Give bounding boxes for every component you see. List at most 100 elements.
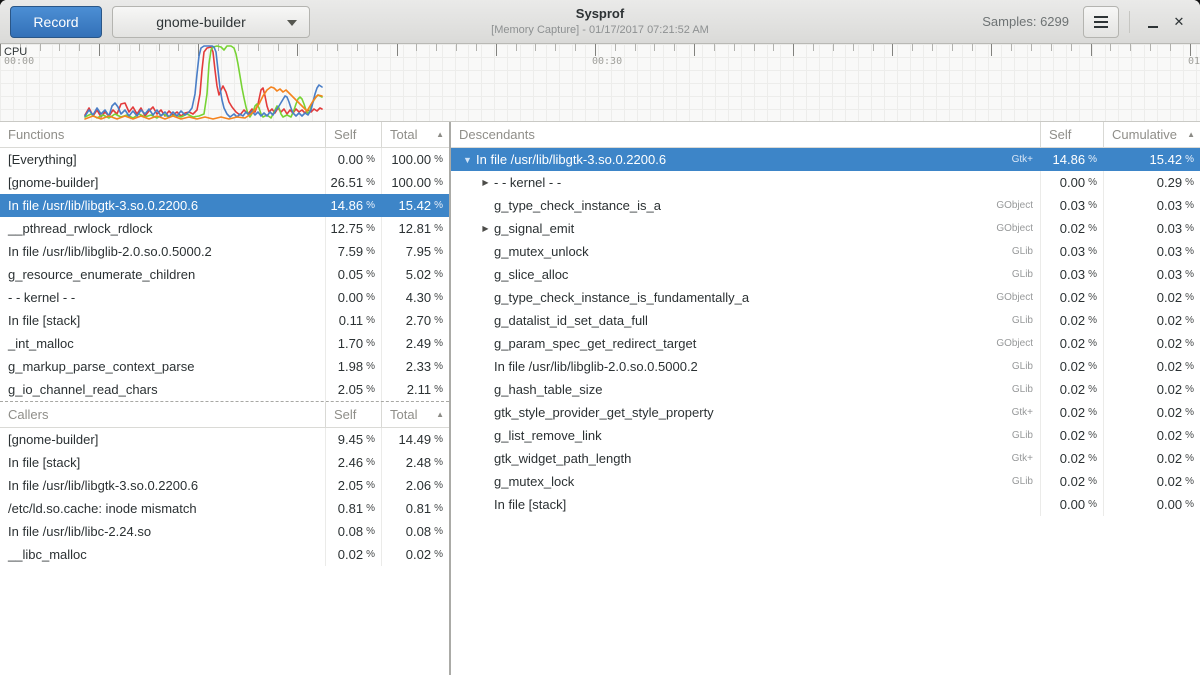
cell-value: 0.08% (325, 520, 381, 543)
column-header-descendants[interactable]: Descendants (451, 127, 1040, 142)
cell-value: 2.46% (325, 451, 381, 474)
record-button[interactable]: Record (10, 6, 102, 38)
cell-value: 9.45% (325, 428, 381, 451)
table-row[interactable]: ▶g_signal_emitGObject0.02%0.03% (451, 217, 1200, 240)
descendants-table: ▼In file /usr/lib/libgtk-3.so.0.2200.6Gt… (451, 148, 1200, 516)
cpu-graph[interactable]: CPU 00:0000:3001:00 (0, 44, 1200, 122)
table-row[interactable]: __pthread_rwlock_rdlock12.75%12.81% (0, 217, 449, 240)
column-header-total[interactable]: Total ▲ (381, 122, 449, 147)
right-pane-filler (451, 516, 1200, 675)
target-process-label: gnome-builder (156, 14, 246, 30)
cell-function-name: _int_malloc (0, 336, 325, 351)
expander-open-icon[interactable]: ▼ (461, 155, 474, 165)
cell-value: 0.03% (1040, 263, 1103, 286)
cell-value: 0.08% (381, 520, 449, 543)
cell-value: 2.49% (381, 332, 449, 355)
table-row[interactable]: In file /usr/lib/libgtk-3.so.0.2200.62.0… (0, 474, 449, 497)
table-row[interactable]: - - kernel - -0.00%4.30% (0, 286, 449, 309)
cell-value: 5.02% (381, 263, 449, 286)
table-row[interactable]: g_slice_allocGLib0.03%0.03% (451, 263, 1200, 286)
cell-value: 2.11% (381, 378, 449, 401)
table-row[interactable]: gtk_widget_path_lengthGtk+0.02%0.02% (451, 447, 1200, 470)
table-row[interactable]: In file /usr/lib/libgtk-3.so.0.2200.614.… (0, 194, 449, 217)
table-row[interactable]: In file [stack]2.46%2.48% (0, 451, 449, 474)
library-tag: Gtk+ (1012, 453, 1040, 464)
cell-value: 0.02% (1103, 424, 1200, 447)
table-row[interactable]: g_type_check_instance_is_fundamentally_a… (451, 286, 1200, 309)
cell-function-name: In file /usr/lib/libgtk-3.so.0.2200.6 (0, 198, 325, 213)
table-row[interactable]: In file /usr/lib/libc-2.24.so0.08%0.08% (0, 520, 449, 543)
cell-value: 0.00% (325, 286, 381, 309)
table-row[interactable]: In file [stack]0.11%2.70% (0, 309, 449, 332)
cell-value: 0.02% (1040, 355, 1103, 378)
cell-function-name: g_datalist_id_set_data_fullGLib (451, 313, 1040, 328)
menu-button[interactable] (1083, 6, 1119, 38)
table-row[interactable]: In file /usr/lib/libglib-2.0.so.0.5000.2… (0, 240, 449, 263)
column-header-self[interactable]: Self (325, 122, 381, 147)
cell-value: 0.03% (1103, 240, 1200, 263)
table-row[interactable]: [gnome-builder]26.51%100.00% (0, 171, 449, 194)
cell-value: 0.02% (1040, 332, 1103, 355)
column-header-functions[interactable]: Functions (0, 127, 325, 142)
hamburger-icon (1094, 21, 1108, 23)
table-row[interactable]: ▼In file /usr/lib/libgtk-3.so.0.2200.6Gt… (451, 148, 1200, 171)
cell-value: 0.00% (1040, 493, 1103, 516)
table-row[interactable]: g_list_remove_linkGLib0.02%0.02% (451, 424, 1200, 447)
cell-value: 0.02% (1040, 424, 1103, 447)
sort-ascending-icon: ▲ (1187, 130, 1200, 139)
minimize-button[interactable] (1140, 9, 1166, 35)
table-row[interactable]: g_markup_parse_context_parse1.98%2.33% (0, 355, 449, 378)
table-row[interactable]: [gnome-builder]9.45%14.49% (0, 428, 449, 451)
cell-function-name: [gnome-builder] (0, 175, 325, 190)
time-tick-label: 00:30 (592, 56, 622, 67)
column-header-self[interactable]: Self (325, 402, 381, 427)
cell-value: 7.95% (381, 240, 449, 263)
cell-function-name: [Everything] (0, 152, 325, 167)
library-tag: GLib (1012, 269, 1040, 280)
cell-value: 14.86% (1040, 148, 1103, 171)
close-button[interactable]: ✕ (1166, 9, 1192, 35)
table-row[interactable]: g_mutex_unlockGLib0.03%0.03% (451, 240, 1200, 263)
cell-value: 7.59% (325, 240, 381, 263)
cell-function-name: gtk_widget_path_lengthGtk+ (451, 451, 1040, 466)
table-row[interactable]: In file /usr/lib/libglib-2.0.so.0.5000.2… (451, 355, 1200, 378)
cell-value: 2.06% (381, 474, 449, 497)
table-row[interactable]: /etc/ld.so.cache: inode mismatch0.81%0.8… (0, 497, 449, 520)
table-row[interactable]: g_io_channel_read_chars2.05%2.11% (0, 378, 449, 401)
cell-value: 0.02% (1103, 332, 1200, 355)
column-header-self[interactable]: Self (1040, 122, 1103, 147)
table-row[interactable]: g_hash_table_sizeGLib0.02%0.02% (451, 378, 1200, 401)
cell-value: 0.02% (1103, 447, 1200, 470)
cell-function-name: g_io_channel_read_chars (0, 382, 325, 397)
table-row[interactable]: In file [stack]0.00%0.00% (451, 493, 1200, 516)
column-header-total[interactable]: Total ▲ (381, 402, 449, 427)
cell-function-name: g_slice_allocGLib (451, 267, 1040, 282)
cell-value: 0.02% (1103, 286, 1200, 309)
table-row[interactable]: ▶- - kernel - -0.00%0.29% (451, 171, 1200, 194)
table-row[interactable]: [Everything]0.00%100.00% (0, 148, 449, 171)
table-row[interactable]: g_mutex_lockGLib0.02%0.02% (451, 470, 1200, 493)
cell-function-name: /etc/ld.so.cache: inode mismatch (0, 501, 325, 516)
expander-closed-icon[interactable]: ▶ (479, 178, 492, 187)
column-header-cumulative[interactable]: Cumulative ▲ (1103, 122, 1200, 147)
table-row[interactable]: g_datalist_id_set_data_fullGLib0.02%0.02… (451, 309, 1200, 332)
table-row[interactable]: gtk_style_provider_get_style_propertyGtk… (451, 401, 1200, 424)
table-row[interactable]: g_type_check_instance_is_aGObject0.03%0.… (451, 194, 1200, 217)
table-row[interactable]: __libc_malloc0.02%0.02% (0, 543, 449, 566)
table-row[interactable]: g_resource_enumerate_children0.05%5.02% (0, 263, 449, 286)
column-header-callers[interactable]: Callers (0, 407, 325, 422)
cell-value: 12.81% (381, 217, 449, 240)
cell-function-name: g_markup_parse_context_parse (0, 359, 325, 374)
table-row[interactable]: g_param_spec_get_redirect_targetGObject0… (451, 332, 1200, 355)
cell-value: 2.33% (381, 355, 449, 378)
time-tick-label: 00:00 (4, 56, 34, 67)
table-row[interactable]: _int_malloc1.70%2.49% (0, 332, 449, 355)
cell-function-name: g_type_check_instance_is_aGObject (451, 198, 1040, 213)
cell-function-name: In file [stack] (451, 497, 1040, 512)
expander-closed-icon[interactable]: ▶ (479, 224, 492, 233)
cell-value: 2.70% (381, 309, 449, 332)
functions-header: Functions Self Total ▲ (0, 122, 449, 148)
callers-header: Callers Self Total ▲ (0, 402, 449, 428)
target-process-selector[interactable]: gnome-builder (112, 6, 310, 38)
cell-value: 1.70% (325, 332, 381, 355)
